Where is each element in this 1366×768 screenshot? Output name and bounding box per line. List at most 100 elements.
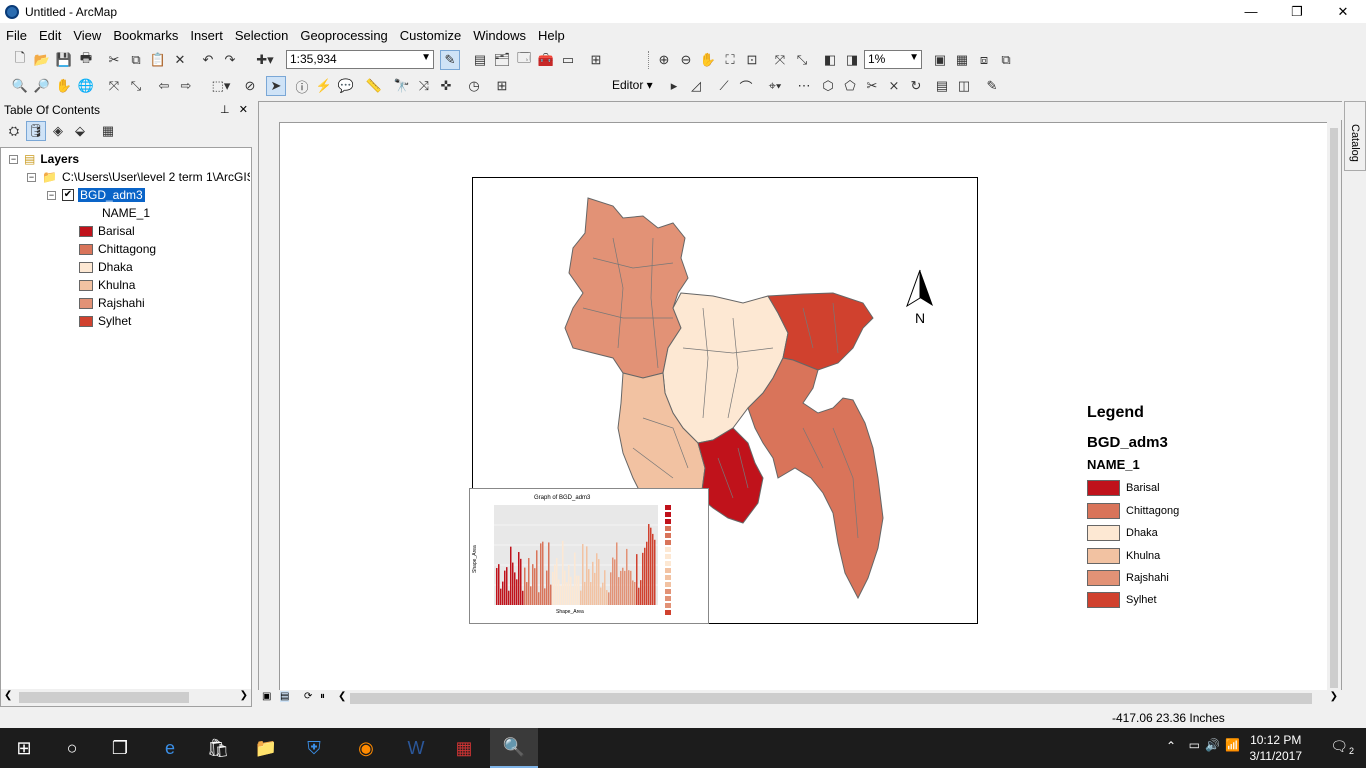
go-forward-extent-icon[interactable]: ◨ [842, 50, 862, 70]
data-driven-pages-icon[interactable]: ⧉ [996, 50, 1016, 70]
trace-icon[interactable]: ⌖▾ [760, 76, 790, 96]
reshape-icon[interactable]: ⬠ [840, 76, 860, 96]
class-swatch[interactable] [79, 243, 93, 255]
volume-icon[interactable]: 🔊 [1205, 738, 1220, 752]
menu-bookmarks[interactable]: Bookmarks [107, 28, 184, 43]
notifications-icon[interactable]: 🗨 [1330, 738, 1348, 755]
clock[interactable]: 10:12 PM 3/11/2017 [1250, 732, 1303, 764]
list-by-visibility-icon[interactable]: ◈ [48, 121, 68, 141]
search-window-icon[interactable]: 🗔 [514, 50, 534, 70]
catalog-tab[interactable]: Catalog [1344, 101, 1366, 171]
class-khulna[interactable]: Khulna [79, 276, 135, 294]
catalog-window-icon[interactable]: 🗂 [492, 50, 512, 70]
zoom-out-icon[interactable]: 🔎 [32, 76, 52, 96]
measure-icon[interactable]: 📏 [364, 76, 384, 96]
focus-data-frame-icon[interactable]: ▦ [952, 50, 972, 70]
list-by-drawing-order-icon[interactable]: ⛭ [4, 121, 24, 141]
fixed-zoom-out-icon[interactable]: ⤡ [126, 76, 146, 96]
point-icon[interactable]: ⋯ [794, 76, 814, 96]
go-back-extent-icon[interactable]: ◧ [820, 50, 840, 70]
layout-pan-icon[interactable]: ✋ [698, 50, 718, 70]
menu-geoprocessing[interactable]: Geoprocessing [294, 28, 393, 43]
layout-zoom-in-icon[interactable]: ⊕ [654, 50, 674, 70]
pan-icon[interactable]: ✋ [54, 76, 74, 96]
time-slider-icon[interactable]: ◷ [464, 76, 484, 96]
html-popup-icon[interactable]: 💬 [336, 76, 356, 96]
layout-vertical-scrollbar[interactable] [1327, 120, 1341, 690]
close-icon[interactable]: ✕ [239, 104, 248, 116]
class-dhaka[interactable]: Dhaka [79, 258, 133, 276]
wifi-icon[interactable]: 📶 [1225, 738, 1240, 752]
fixed-zoom-in-icon[interactable]: ⤧ [104, 76, 124, 96]
layout-horizontal-scrollbar[interactable]: ▣ ▤ ⟳ ⏸ ❮ ❯ [258, 690, 1342, 707]
cut-icon[interactable]: ✂ [104, 50, 124, 70]
editor-menu[interactable]: Editor ▾ [612, 78, 653, 92]
class-chittagong[interactable]: Chittagong [79, 240, 156, 258]
menu-insert[interactable]: Insert [184, 28, 229, 43]
find-icon[interactable]: 🔭 [392, 76, 412, 96]
find-route-icon[interactable]: ⤨ [414, 76, 434, 96]
layout-zoom-dropdown[interactable]: 1% ▼ [864, 50, 922, 69]
layer-name[interactable]: BGD_adm3 [78, 188, 145, 202]
map-scale-dropdown[interactable]: 1:35,934 ▼ [286, 50, 434, 69]
select-features-icon[interactable]: ⬚▾ [206, 76, 236, 96]
toc-options-icon[interactable]: ▦ [98, 121, 118, 141]
arcmap-taskbar-icon[interactable]: 🔍 [490, 728, 538, 768]
create-viewer-window-icon[interactable]: ⊞ [492, 76, 512, 96]
toc-horizontal-scrollbar[interactable]: ❮ ❯ [1, 689, 251, 706]
scroll-right-icon[interactable]: ❯ [240, 690, 248, 701]
hyperlink-icon[interactable]: ⚡ [314, 76, 334, 96]
layout-view[interactable]: N Legend BGD_adm3 NAME_1 Barisal Chittag… [258, 101, 1343, 707]
menu-edit[interactable]: Edit [33, 28, 67, 43]
python-window-icon[interactable]: ▭ [558, 50, 578, 70]
add-data-icon[interactable]: ✚▾ [250, 50, 280, 70]
tree-folder[interactable]: − 📁 C:\Users\User\level 2 term 1\ArcGIS [27, 168, 250, 186]
split-icon[interactable]: ⨯ [884, 76, 904, 96]
delete-icon[interactable]: ✕ [170, 50, 190, 70]
task-view-icon[interactable]: ❐ [96, 728, 144, 768]
class-swatch[interactable] [79, 315, 93, 327]
layer-visibility-checkbox[interactable]: ✔ [62, 189, 74, 201]
word-icon[interactable]: W [392, 728, 440, 768]
back-arrow-icon[interactable]: ⇦ [154, 76, 174, 96]
menu-customize[interactable]: Customize [394, 28, 467, 43]
search-icon[interactable]: ○ [48, 728, 96, 768]
list-by-selection-icon[interactable]: ⬙ [70, 121, 90, 141]
embedded-graph[interactable]: Graph of BGD_adm3 Shape_Area Shape_Area [469, 488, 709, 624]
full-extent-icon[interactable]: 🌐 [76, 76, 96, 96]
north-arrow-icon[interactable] [905, 268, 939, 308]
attributes-icon[interactable]: ▤ [932, 76, 952, 96]
collapse-icon[interactable]: − [47, 190, 56, 200]
file-explorer-icon[interactable]: 📁 [242, 728, 290, 768]
cut-polygons-icon[interactable]: ✂ [862, 76, 882, 96]
class-sylhet[interactable]: Sylhet [79, 312, 131, 330]
model-builder-icon[interactable]: ⊞ [586, 50, 606, 70]
restore-button[interactable]: ❐ [1274, 0, 1320, 23]
undo-icon[interactable]: ↶ [198, 50, 218, 70]
clear-selection-icon[interactable]: ⊘ [240, 76, 260, 96]
go-to-xy-icon[interactable]: ✜ [436, 76, 456, 96]
class-swatch[interactable] [79, 297, 93, 309]
firefox-icon[interactable]: ◉ [342, 728, 390, 768]
edge-browser-icon[interactable]: e [146, 728, 194, 768]
collapse-icon[interactable]: − [9, 154, 18, 164]
security-shield-icon[interactable]: ⛨ [290, 728, 338, 768]
refresh-icon[interactable]: ⟳ [304, 691, 312, 702]
edit-annotation-icon[interactable]: ◿ [686, 76, 706, 96]
print-icon[interactable]: 🖶 [76, 50, 96, 70]
layout-page[interactable]: N Legend BGD_adm3 NAME_1 Barisal Chittag… [279, 122, 1331, 692]
paste-icon[interactable]: 📋 [148, 50, 168, 70]
menu-file[interactable]: File [0, 28, 33, 43]
menu-windows[interactable]: Windows [467, 28, 532, 43]
edit-tool-icon[interactable]: ▸ [664, 76, 684, 96]
fixed-zoom-in-icon[interactable]: ⤧ [770, 50, 790, 70]
end-point-arc-icon[interactable]: ⌒ [736, 76, 756, 96]
class-barisal[interactable]: Barisal [79, 222, 135, 240]
identify-icon[interactable]: ⓘ [292, 76, 312, 96]
tray-chevron-icon[interactable]: ⌃ [1166, 739, 1176, 753]
scroll-left-icon[interactable]: ❮ [4, 690, 12, 701]
scroll-thumb[interactable] [19, 692, 189, 703]
menu-selection[interactable]: Selection [229, 28, 294, 43]
new-document-icon[interactable]: 🗋 [10, 50, 30, 70]
scroll-thumb[interactable] [1330, 128, 1338, 688]
